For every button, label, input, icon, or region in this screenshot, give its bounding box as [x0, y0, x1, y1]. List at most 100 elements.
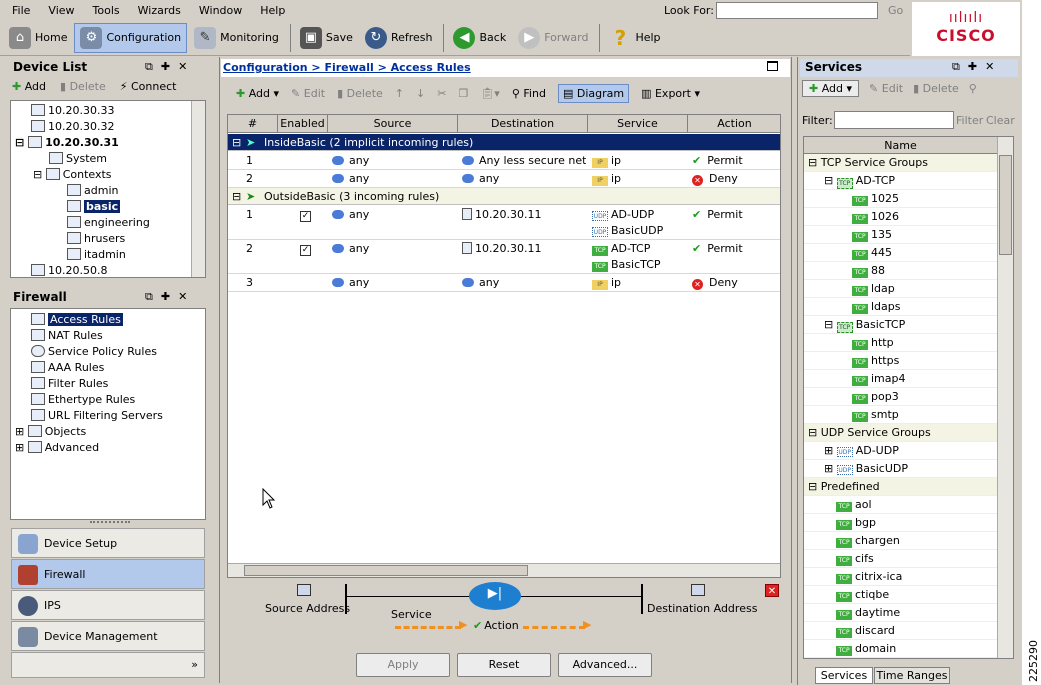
- magnifier-icon[interactable]: ⚲: [969, 82, 977, 95]
- context-item[interactable]: engineering: [11, 215, 205, 231]
- menu-file[interactable]: File: [0, 4, 36, 17]
- firewall-item-filter-rules[interactable]: Filter Rules: [11, 376, 205, 392]
- table-row[interactable]: 1 any Any less secure net... IP ip ✔ Permi…: [228, 152, 780, 170]
- table-row[interactable]: 2 ✓ any 10.20.30.11 TCP AD-TCP TCP BasicTCP…: [228, 240, 780, 274]
- service-item[interactable]: TCP domain: [804, 640, 997, 658]
- scrollbar-thumb[interactable]: [999, 155, 1012, 255]
- rule-delete-button[interactable]: ▮ Delete: [337, 87, 383, 100]
- service-edit-button[interactable]: ✎ Edit: [869, 82, 903, 95]
- nav-device-setup[interactable]: Device Setup: [11, 528, 205, 558]
- firewall-item-objects[interactable]: ⊞ Objects: [11, 424, 205, 440]
- context-item-selected[interactable]: basic: [11, 199, 205, 215]
- column-header-action[interactable]: Action: [688, 115, 780, 133]
- export-button[interactable]: ▥ Export ▾: [641, 87, 700, 100]
- clear-button[interactable]: Clear: [986, 114, 1015, 127]
- service-item[interactable]: TCP cifs: [804, 550, 997, 568]
- context-item[interactable]: hrusers: [11, 231, 205, 247]
- copy-icon[interactable]: ❐: [458, 87, 468, 100]
- tab-services[interactable]: Services: [815, 667, 873, 684]
- nav-overflow-button[interactable]: »: [11, 652, 205, 678]
- forward-button[interactable]: ▶ Forward: [513, 23, 593, 53]
- service-item[interactable]: TCP citrix-ica: [804, 568, 997, 586]
- monitoring-button[interactable]: ✎ Monitoring: [189, 23, 284, 53]
- splitter-handle[interactable]: [90, 521, 130, 526]
- service-item[interactable]: TCP https: [804, 352, 997, 370]
- firewall-item-url-filtering[interactable]: URL Filtering Servers: [11, 408, 205, 424]
- close-diagram-icon[interactable]: ✕: [765, 584, 779, 597]
- service-item[interactable]: TCP bgp: [804, 514, 997, 532]
- panel-controls[interactable]: ⧉✚✕: [145, 290, 195, 304]
- column-header-source[interactable]: Source: [328, 115, 458, 133]
- find-button[interactable]: ⚲ Find: [512, 87, 546, 100]
- menu-wizards[interactable]: Wizards: [126, 4, 187, 17]
- nav-ips[interactable]: IPS: [11, 590, 205, 620]
- service-group-header[interactable]: ⊟ UDP Service Groups: [804, 424, 997, 442]
- scrollbar-thumb[interactable]: [244, 565, 528, 576]
- rule-edit-button[interactable]: ✎ Edit: [291, 87, 325, 100]
- maximize-icon[interactable]: [767, 61, 778, 71]
- menu-window[interactable]: Window: [187, 4, 248, 17]
- service-item[interactable]: ⊟ TCP BasicTCP: [804, 316, 997, 334]
- firewall-item-aaa-rules[interactable]: AAA Rules: [11, 360, 205, 376]
- service-item[interactable]: ⊞ UDP BasicUDP: [804, 460, 997, 478]
- rule-group-outside[interactable]: ⊟ ➤ OutsideBasic (3 incoming rules): [228, 188, 780, 205]
- firewall-item-service-policy[interactable]: Service Policy Rules: [11, 344, 205, 360]
- apply-button[interactable]: Apply: [356, 653, 450, 677]
- move-up-icon[interactable]: ↑: [395, 87, 404, 100]
- menu-tools[interactable]: Tools: [81, 4, 126, 17]
- panel-controls[interactable]: ⧉✚✕: [952, 60, 1002, 74]
- nav-device-management[interactable]: Device Management: [11, 621, 205, 651]
- horizontal-scrollbar[interactable]: [228, 563, 780, 577]
- firewall-item-ethertype-rules[interactable]: Ethertype Rules: [11, 392, 205, 408]
- rule-group-inside[interactable]: ⊟ ➤ InsideBasic (2 implicit incoming rules…: [228, 134, 780, 151]
- service-item[interactable]: TCP ldap: [804, 280, 997, 298]
- context-item[interactable]: System: [11, 151, 205, 167]
- service-item[interactable]: TCP 1026: [804, 208, 997, 226]
- context-item[interactable]: ⊟ Contexts: [11, 167, 205, 183]
- connect-button[interactable]: ⚡ Connect: [120, 80, 177, 93]
- filter-button[interactable]: Filter: [956, 114, 983, 127]
- device-add-button[interactable]: ✚ Add: [12, 80, 46, 93]
- panel-controls[interactable]: ⧉✚✕: [145, 60, 195, 74]
- service-item[interactable]: ⊟ TCP AD-TCP: [804, 172, 997, 190]
- menu-view[interactable]: View: [36, 4, 80, 17]
- advanced-button[interactable]: Advanced...: [558, 653, 652, 677]
- service-item[interactable]: TCP 135: [804, 226, 997, 244]
- move-down-icon[interactable]: ↓: [416, 87, 425, 100]
- service-item[interactable]: TCP aol: [804, 496, 997, 514]
- service-delete-button[interactable]: ▮ Delete: [913, 82, 959, 95]
- service-item[interactable]: TCP chargen: [804, 532, 997, 550]
- table-row[interactable]: 1 ✓ any 10.20.30.11 UDP AD-UDP UDP BasicUDP…: [228, 206, 780, 240]
- service-item[interactable]: TCP ctiqbe: [804, 586, 997, 604]
- diagram-button[interactable]: ▤ Diagram: [557, 84, 630, 103]
- back-button[interactable]: ◀ Back: [448, 23, 511, 53]
- service-add-button[interactable]: ✚ Add ▾: [802, 80, 860, 97]
- column-header-service[interactable]: Service: [588, 115, 688, 133]
- cut-icon[interactable]: ✂: [437, 87, 446, 100]
- service-item[interactable]: ⊞ UDP AD-UDP: [804, 442, 997, 460]
- help-button[interactable]: ? Help: [604, 23, 665, 53]
- device-item[interactable]: 10.20.30.32: [11, 119, 205, 135]
- configuration-button[interactable]: ⚙ Configuration: [74, 22, 188, 53]
- firewall-item-nat-rules[interactable]: NAT Rules: [11, 328, 205, 344]
- column-header-destination[interactable]: Destination: [458, 115, 588, 133]
- enabled-checkbox[interactable]: ✓: [300, 245, 311, 256]
- rule-add-button[interactable]: ✚ Add ▾: [236, 87, 279, 100]
- service-item[interactable]: TCP smtp: [804, 406, 997, 424]
- services-filter-input[interactable]: [834, 111, 954, 129]
- column-header-number[interactable]: #: [228, 115, 278, 133]
- service-item[interactable]: TCP 88: [804, 262, 997, 280]
- service-item[interactable]: TCP imap4: [804, 370, 997, 388]
- service-group-header[interactable]: ⊟ Predefined: [804, 478, 997, 496]
- reset-button[interactable]: Reset: [457, 653, 551, 677]
- table-row[interactable]: 2 any any IP ip ✕ Deny: [228, 170, 780, 188]
- look-for-input[interactable]: [716, 2, 878, 19]
- services-name-header[interactable]: Name: [804, 137, 997, 154]
- breadcrumb[interactable]: Configuration > Firewall > Access Rules: [223, 61, 471, 74]
- go-button[interactable]: Go: [888, 4, 903, 17]
- menu-help[interactable]: Help: [248, 4, 291, 17]
- column-header-enabled[interactable]: Enabled: [278, 115, 328, 133]
- device-item[interactable]: ⊟ 10.20.30.31: [11, 135, 205, 151]
- service-item[interactable]: TCP daytime: [804, 604, 997, 622]
- service-item[interactable]: TCP discard: [804, 622, 997, 640]
